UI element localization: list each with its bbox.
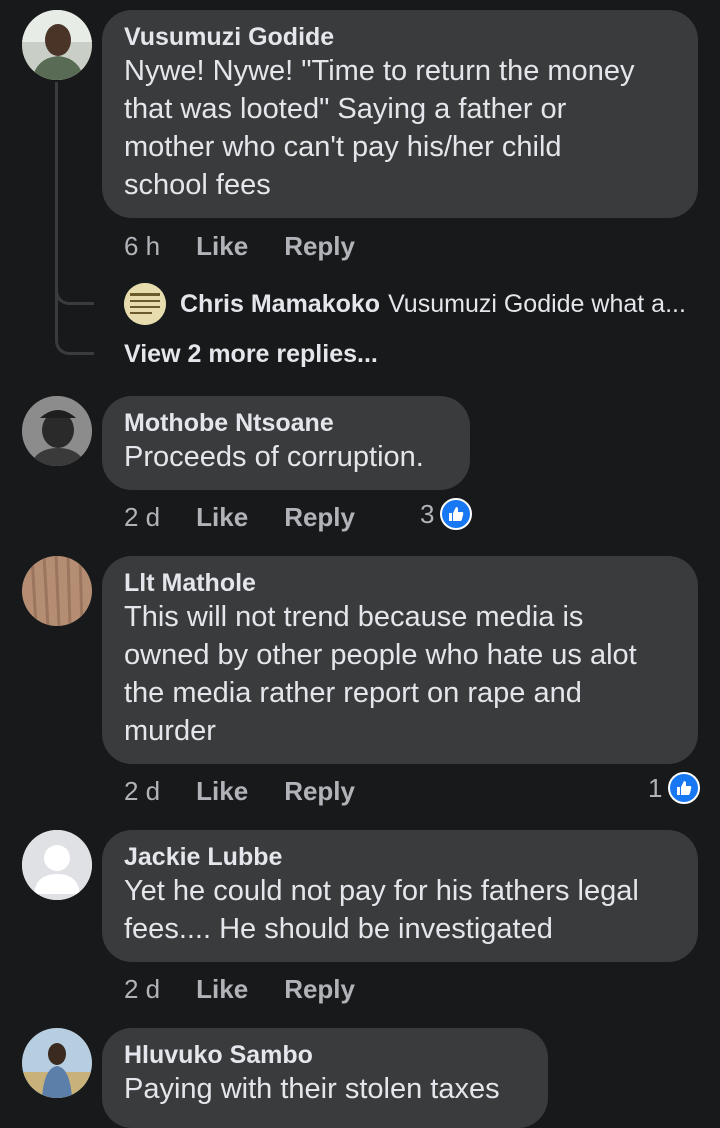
comment-text: Proceeds of corruption. bbox=[124, 441, 424, 473]
reaction-count-number: 3 bbox=[420, 498, 435, 529]
comment-text: Paying with their stolen taxes bbox=[124, 1073, 500, 1105]
comment-author[interactable]: Mothobe Ntsoane bbox=[124, 408, 448, 438]
reaction-count-number: 1 bbox=[648, 772, 663, 803]
thumbs-up-icon bbox=[440, 498, 473, 530]
avatar[interactable] bbox=[22, 556, 92, 626]
like-button[interactable]: Like bbox=[196, 231, 248, 262]
avatar[interactable] bbox=[124, 283, 166, 325]
comment-bubble: Vusumuzi Godide Nywe! Nywe! "Time to ret… bbox=[102, 10, 698, 218]
profile-photo-icon bbox=[124, 283, 166, 325]
comment-bubble: Mothobe Ntsoane Proceeds of corruption. bbox=[102, 396, 470, 490]
comment-actions: 2 d Like Reply bbox=[124, 771, 391, 811]
comment-time[interactable]: 2 d bbox=[124, 974, 160, 1005]
comment-bubble: Hluvuko Sambo Paying with their stolen t… bbox=[102, 1028, 548, 1128]
like-button[interactable]: Like bbox=[196, 974, 248, 1005]
like-button[interactable]: Like bbox=[196, 502, 248, 533]
comment-bubble: Llt Mathole This will not trend because … bbox=[102, 556, 698, 764]
comment-actions: 6 h Like Reply bbox=[124, 226, 391, 266]
comment-text: This will not trend because media is own… bbox=[124, 601, 637, 747]
comment-actions: 2 d Like Reply bbox=[124, 969, 391, 1009]
thread-branch bbox=[55, 300, 94, 355]
comment-actions: 2 d Like Reply bbox=[124, 497, 391, 537]
reply-button[interactable]: Reply bbox=[284, 776, 355, 807]
reaction-count[interactable]: 3 bbox=[420, 498, 473, 530]
thread-line bbox=[55, 82, 58, 302]
comment-author[interactable]: Hluvuko Sambo bbox=[124, 1040, 526, 1070]
reply-author[interactable]: Chris Mamakoko bbox=[180, 290, 380, 319]
avatar[interactable] bbox=[22, 1028, 92, 1098]
comment-author[interactable]: Llt Mathole bbox=[124, 568, 676, 598]
profile-photo-icon bbox=[22, 10, 92, 80]
comment-author[interactable]: Jackie Lubbe bbox=[124, 842, 676, 872]
profile-photo-icon bbox=[22, 1028, 92, 1098]
view-more-replies-link[interactable]: View 2 more replies... bbox=[124, 340, 378, 369]
comment-author[interactable]: Vusumuzi Godide bbox=[124, 22, 676, 52]
reply-button[interactable]: Reply bbox=[284, 502, 355, 533]
profile-photo-icon bbox=[22, 396, 92, 466]
comment-text: Nywe! Nywe! "Time to return the money th… bbox=[124, 55, 635, 201]
reply-button[interactable]: Reply bbox=[284, 231, 355, 262]
comment-text: Yet he could not pay for his fathers leg… bbox=[124, 875, 639, 945]
avatar[interactable] bbox=[22, 396, 92, 466]
profile-photo-icon bbox=[22, 556, 92, 626]
like-button[interactable]: Like bbox=[196, 776, 248, 807]
comment-time[interactable]: 2 d bbox=[124, 502, 160, 533]
avatar[interactable] bbox=[22, 10, 92, 80]
comment-time[interactable]: 2 d bbox=[124, 776, 160, 807]
default-user-icon bbox=[22, 830, 92, 900]
reply-text: Vusumuzi Godide what a... bbox=[388, 289, 686, 318]
comment-bubble: Jackie Lubbe Yet he could not pay for hi… bbox=[102, 830, 698, 962]
comment-time[interactable]: 6 h bbox=[124, 231, 160, 262]
thumbs-up-icon bbox=[668, 772, 701, 804]
reaction-count[interactable]: 1 bbox=[648, 772, 701, 804]
reply-preview[interactable]: Chris Mamakoko Vusumuzi Godide what a... bbox=[124, 283, 686, 325]
avatar[interactable] bbox=[22, 830, 92, 900]
reply-button[interactable]: Reply bbox=[284, 974, 355, 1005]
